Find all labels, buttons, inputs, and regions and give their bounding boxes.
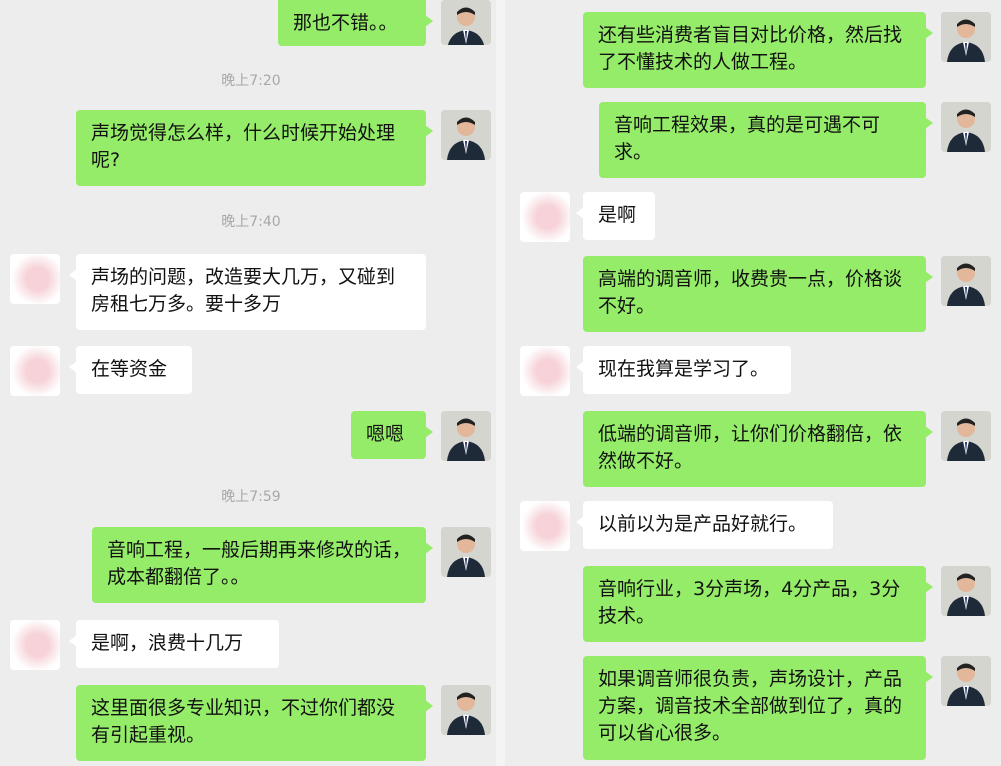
- message-text: 嗯嗯: [366, 423, 405, 445]
- avatar[interactable]: [941, 102, 991, 152]
- person-photo-icon: [941, 656, 991, 706]
- avatar[interactable]: [941, 12, 991, 62]
- person-photo-icon: [941, 102, 991, 152]
- message-bubble[interactable]: 这里面很多专业知识，不过你们都没有引起重视。: [76, 685, 433, 761]
- message-bubble[interactable]: 在等资金: [69, 346, 192, 394]
- person-photo-icon: [441, 411, 491, 461]
- message-text: 以前以为是产品好就行。: [598, 513, 808, 535]
- timestamp: 晚上7:40: [221, 214, 281, 230]
- message-bubble[interactable]: 嗯嗯: [351, 411, 433, 459]
- person-photo-icon: [441, 527, 491, 577]
- message-text: 是啊: [598, 204, 637, 226]
- timestamp: 晚上7:20: [221, 73, 281, 89]
- message-bubble[interactable]: 如果调音师很负责，声场设计，产品方案，调音技术全部做到位了，真的可以省心很多。: [583, 656, 933, 760]
- person-photo-icon: [441, 110, 491, 160]
- message-bubble[interactable]: 现在我算是学习了。: [576, 346, 791, 394]
- avatar[interactable]: [941, 656, 991, 706]
- message-text: 如果调音师很负责，声场设计，产品方案，调音技术全部做到位了，真的可以省心很多。: [598, 668, 903, 744]
- timestamp: 晚上7:59: [221, 489, 281, 505]
- message-text: 音响工程效果，真的是可遇不可求。: [614, 114, 881, 163]
- message-text: 现在我算是学习了。: [598, 358, 770, 380]
- message-text: 低端的调音师，让你们价格翻倍，依然做不好。: [598, 423, 903, 472]
- avatar[interactable]: [441, 685, 491, 735]
- person-photo-icon: [941, 566, 991, 616]
- message-bubble[interactable]: 声场的问题，改造要大几万，又碰到房租七万多。要十多万: [69, 254, 426, 330]
- message-text: 音响工程，一般后期再来修改的话，成本都翻倍了。。: [107, 539, 412, 588]
- message-bubble[interactable]: 那也不错。。: [278, 0, 433, 46]
- avatar[interactable]: [520, 346, 570, 396]
- message-bubble[interactable]: 音响工程效果，真的是可遇不可求。: [599, 102, 933, 178]
- chat-pane-right[interactable]: 还有些消费者盲目对比价格，然后找了不懂技术的人做工程。 音响工程效果，真的是可遇…: [500, 0, 1001, 766]
- avatar[interactable]: [10, 346, 60, 396]
- avatar[interactable]: [941, 566, 991, 616]
- message-bubble[interactable]: 音响行业，3分声场，4分产品，3分技术。: [583, 566, 933, 642]
- avatar[interactable]: [941, 256, 991, 306]
- message-bubble[interactable]: 声场觉得怎么样，什么时候开始处理呢?: [76, 110, 433, 186]
- avatar[interactable]: [10, 620, 60, 670]
- message-text: 那也不错。。: [293, 12, 398, 34]
- avatar[interactable]: [441, 0, 491, 45]
- chat-pane-left[interactable]: 那也不错。。 晚上7:20 声场觉得怎么样，什么时候开始处理呢? 晚上7:40 …: [0, 0, 500, 766]
- avatar[interactable]: [520, 501, 570, 551]
- message-text: 声场的问题，改造要大几万，又碰到房租七万多。要十多万: [91, 266, 396, 315]
- person-photo-icon: [941, 256, 991, 306]
- message-bubble[interactable]: 是啊: [576, 192, 655, 240]
- message-text: 音响行业，3分声场，4分产品，3分技术。: [598, 578, 901, 627]
- message-text: 是啊，浪费十几万: [91, 632, 244, 654]
- message-bubble[interactable]: 音响工程，一般后期再来修改的话，成本都翻倍了。。: [92, 527, 433, 603]
- avatar[interactable]: [441, 110, 491, 160]
- avatar[interactable]: [941, 411, 991, 461]
- message-bubble[interactable]: 高端的调音师，收费贵一点，价格谈不好。: [583, 256, 933, 332]
- person-photo-icon: [441, 685, 491, 735]
- message-bubble[interactable]: 还有些消费者盲目对比价格，然后找了不懂技术的人做工程。: [583, 12, 933, 88]
- avatar[interactable]: [10, 254, 60, 304]
- person-photo-icon: [941, 411, 991, 461]
- person-photo-icon: [441, 0, 491, 45]
- message-bubble[interactable]: 低端的调音师，让你们价格翻倍，依然做不好。: [583, 411, 933, 487]
- message-text: 高端的调音师，收费贵一点，价格谈不好。: [598, 268, 903, 317]
- message-text: 这里面很多专业知识，不过你们都没有引起重视。: [91, 697, 396, 746]
- message-text: 声场觉得怎么样，什么时候开始处理呢?: [91, 122, 396, 171]
- avatar[interactable]: [520, 192, 570, 242]
- avatar[interactable]: [441, 527, 491, 577]
- person-photo-icon: [941, 12, 991, 62]
- message-text: 在等资金: [91, 358, 168, 380]
- message-bubble[interactable]: 是啊，浪费十几万: [69, 620, 279, 668]
- message-bubble[interactable]: 以前以为是产品好就行。: [576, 501, 833, 549]
- message-text: 还有些消费者盲目对比价格，然后找了不懂技术的人做工程。: [598, 24, 903, 73]
- avatar[interactable]: [441, 411, 491, 461]
